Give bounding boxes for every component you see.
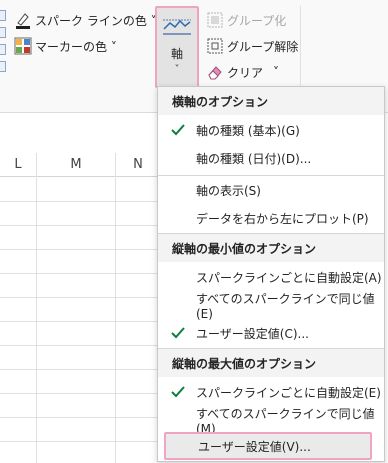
menu-item-label: 軸の種類 (基本)(G) (196, 123, 300, 138)
marker-color-button[interactable]: マーカーの色 ˅ (14, 35, 117, 57)
chevron-down-icon: ˅ (174, 64, 180, 75)
menu-item-label: スパークラインごとに自動設定(E) (196, 385, 381, 400)
formula-area (0, 113, 160, 154)
marker-color-label: マーカーの色 ˅ (35, 39, 117, 54)
horizontal-axis-options-header: 横軸のオプション (158, 87, 384, 115)
column-header-n[interactable]: N (116, 153, 160, 177)
menu-item-show-axis[interactable]: 軸の表示(S) (158, 176, 384, 204)
menu-item-label: ユーザー設定値(V)... (198, 439, 311, 454)
vertical-axis-max-options-header: 縦軸の最大値のオプション (158, 349, 384, 377)
grid-line (0, 441, 160, 442)
menu-item-max-auto-each[interactable]: スパークラインごとに自動設定(E) (158, 378, 384, 406)
grid-line (0, 201, 160, 202)
group-label: グループ化 (227, 13, 287, 28)
grid-line (0, 345, 160, 346)
menu-item-axis-type-date[interactable]: 軸の種類 (日付)(D)... (158, 144, 384, 172)
column-header-m[interactable]: M (37, 153, 115, 177)
clear-label: クリア (227, 65, 264, 80)
chevron-down-icon: ˅ (273, 65, 280, 79)
menu-item-axis-type-general[interactable]: 軸の種類 (基本)(G) (158, 116, 384, 144)
ungroup-button[interactable]: グループ解除 (206, 35, 298, 57)
menu-item-label: すべてのスパークラインで同じ値(M) (196, 406, 375, 436)
pen-color-icon (14, 11, 32, 29)
menu-item-label: ユーザー設定値(C)... (196, 326, 309, 341)
grid-line (0, 297, 160, 298)
menu-item-label: すべてのスパークラインで同じ値(E) (196, 291, 375, 321)
grid-line (0, 225, 160, 226)
group-icon (206, 11, 224, 29)
menu-item-max-same-all[interactable]: すべてのスパークラインで同じ値(M) (158, 406, 384, 436)
menu-item-plot-right-to-left[interactable]: データを右から左にプロット(P) (158, 204, 384, 232)
menu-item-label: データを右から左にプロット(P) (196, 211, 369, 226)
grid-line (0, 321, 160, 322)
checkmark-icon (170, 325, 186, 341)
checkmark-icon (170, 122, 186, 138)
group-button[interactable]: グループ化 (206, 9, 286, 31)
sparkline-color-label: スパーク ラインの色 ˅ (35, 13, 157, 28)
eraser-icon (206, 63, 224, 81)
grid-line (0, 393, 160, 394)
ribbon-left-fragment (0, 10, 6, 72)
group-separator (300, 6, 301, 86)
ungroup-icon (206, 37, 224, 55)
grid-line (0, 249, 160, 250)
clear-button[interactable]: クリア ˅ (206, 61, 279, 83)
grid-line (0, 369, 160, 370)
column-header-l[interactable]: L (0, 153, 36, 177)
menu-item-min-same-all[interactable]: すべてのスパークラインで同じ値(E) (158, 291, 384, 321)
checkmark-icon (170, 384, 186, 400)
menu-item-label: スパークラインごとに自動設定(A) (196, 270, 382, 285)
menu-item-label: 軸の表示(S) (196, 183, 261, 198)
menu-item-min-auto-each[interactable]: スパークラインごとに自動設定(A) (158, 263, 384, 291)
grid-line (0, 273, 160, 274)
axis-button[interactable]: 軸 ˅ (155, 6, 199, 88)
axis-options-menu: 横軸のオプション 軸の種類 (基本)(G) 軸の種類 (日付)(D)... 軸の… (157, 86, 385, 462)
ungroup-label: グループ解除 (227, 39, 299, 54)
grid-line (0, 417, 160, 418)
sparkline-color-button[interactable]: スパーク ラインの色 ˅ (14, 9, 157, 31)
axis-chart-icon (162, 14, 192, 39)
marker-grid-icon (14, 37, 32, 55)
menu-item-label: 軸の種類 (日付)(D)... (196, 151, 312, 166)
vertical-axis-min-options-header: 縦軸の最小値のオプション (158, 234, 384, 262)
menu-item-max-custom[interactable]: ユーザー設定値(V)... (164, 432, 372, 460)
axis-label: 軸 (170, 47, 183, 61)
menu-item-min-custom[interactable]: ユーザー設定値(C)... (158, 319, 384, 347)
